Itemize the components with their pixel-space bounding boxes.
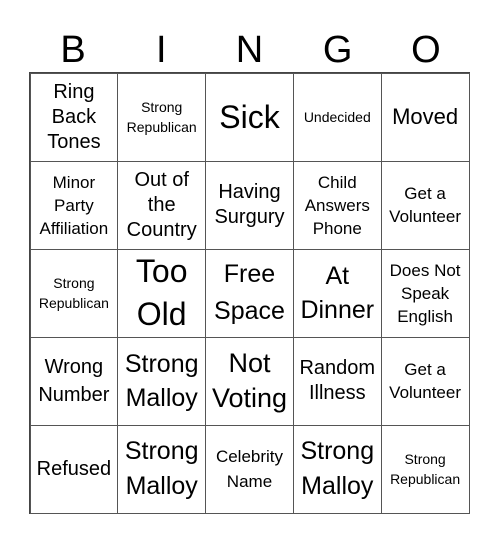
bingo-card: Ring Back Tones Strong Republican Sick U… — [29, 72, 470, 514]
bingo-cell[interactable]: Not Voting — [205, 336, 294, 426]
bingo-cell[interactable]: Strong Republican — [380, 424, 470, 514]
bingo-cell[interactable]: Strong Malloy — [292, 424, 382, 514]
bingo-cell[interactable]: Too Old — [117, 248, 207, 338]
header-letter-n: N — [235, 29, 264, 71]
bingo-cell[interactable]: Ring Back Tones — [29, 72, 119, 162]
cell-text: Refused — [36, 457, 112, 480]
bingo-cell[interactable]: Having Surgury — [205, 160, 294, 250]
header-letter-i: I — [156, 29, 167, 71]
cell-text: Having Surgury — [214, 181, 285, 228]
bingo-cell[interactable]: Celebrity Name — [205, 424, 294, 514]
cell-text: Does Not Speak English — [389, 260, 461, 326]
cell-text: Not Voting — [211, 348, 288, 413]
bingo-cell[interactable]: Strong Republican — [117, 72, 207, 162]
cell-text: Strong Republican — [38, 275, 109, 311]
bingo-cell[interactable]: Out of the Country — [117, 160, 207, 250]
cell-text: Wrong Number — [38, 356, 110, 406]
cell-text: At Dinner — [300, 262, 375, 324]
cell-text: Celebrity Name — [215, 447, 284, 491]
bingo-cell[interactable]: Random Illness — [292, 336, 382, 426]
cell-text: Undecided — [303, 109, 371, 125]
bingo-cell[interactable]: Sick — [205, 72, 294, 162]
bingo-cell[interactable]: Undecided — [292, 72, 382, 162]
cell-text: Strong Malloy — [300, 437, 375, 500]
cell-text: Sick — [219, 98, 280, 135]
bingo-cell[interactable]: Strong Malloy — [117, 424, 207, 514]
cell-text: Get a Volunteer — [389, 360, 462, 402]
cell-text: Random Illness — [299, 357, 376, 404]
bingo-cell[interactable]: Strong Malloy — [117, 336, 207, 426]
cell-text: Ring Back Tones — [47, 80, 101, 153]
header-letter-b: B — [60, 29, 86, 71]
cell-text: Moved — [392, 104, 459, 129]
bingo-cell[interactable]: Does Not Speak English — [380, 248, 470, 338]
cell-text: Strong Malloy — [124, 350, 199, 412]
bingo-cell[interactable]: Get a Volunteer — [380, 160, 470, 250]
cell-text: Get a Volunteer — [389, 184, 462, 226]
free-space-cell[interactable]: Free Space — [205, 248, 294, 338]
cell-text: Strong Republican — [390, 451, 461, 487]
cell-text: Minor Party Affiliation — [39, 172, 109, 238]
header-letter-g: G — [322, 29, 353, 71]
bingo-cell[interactable]: Minor Party Affiliation — [29, 160, 119, 250]
bingo-cell[interactable]: Wrong Number — [29, 336, 119, 426]
bingo-header: B I N G O — [29, 28, 470, 72]
bingo-cell[interactable]: Child Answers Phone — [292, 160, 382, 250]
cell-text: Child Answers Phone — [304, 172, 370, 238]
cell-text: Too Old — [135, 253, 188, 332]
bingo-cell[interactable]: Strong Republican — [29, 248, 119, 338]
header-letter-o: O — [411, 29, 441, 71]
bingo-cell[interactable]: Refused — [29, 424, 119, 514]
bingo-cell[interactable]: Get a Volunteer — [380, 336, 470, 426]
cell-text: Strong Malloy — [124, 437, 199, 500]
bingo-cell[interactable]: Moved — [380, 72, 470, 162]
cell-text: Out of the Country — [126, 168, 197, 241]
cell-text: Free Space — [214, 260, 285, 325]
cell-text: Strong Republican — [126, 99, 197, 135]
bingo-cell[interactable]: At Dinner — [292, 248, 382, 338]
